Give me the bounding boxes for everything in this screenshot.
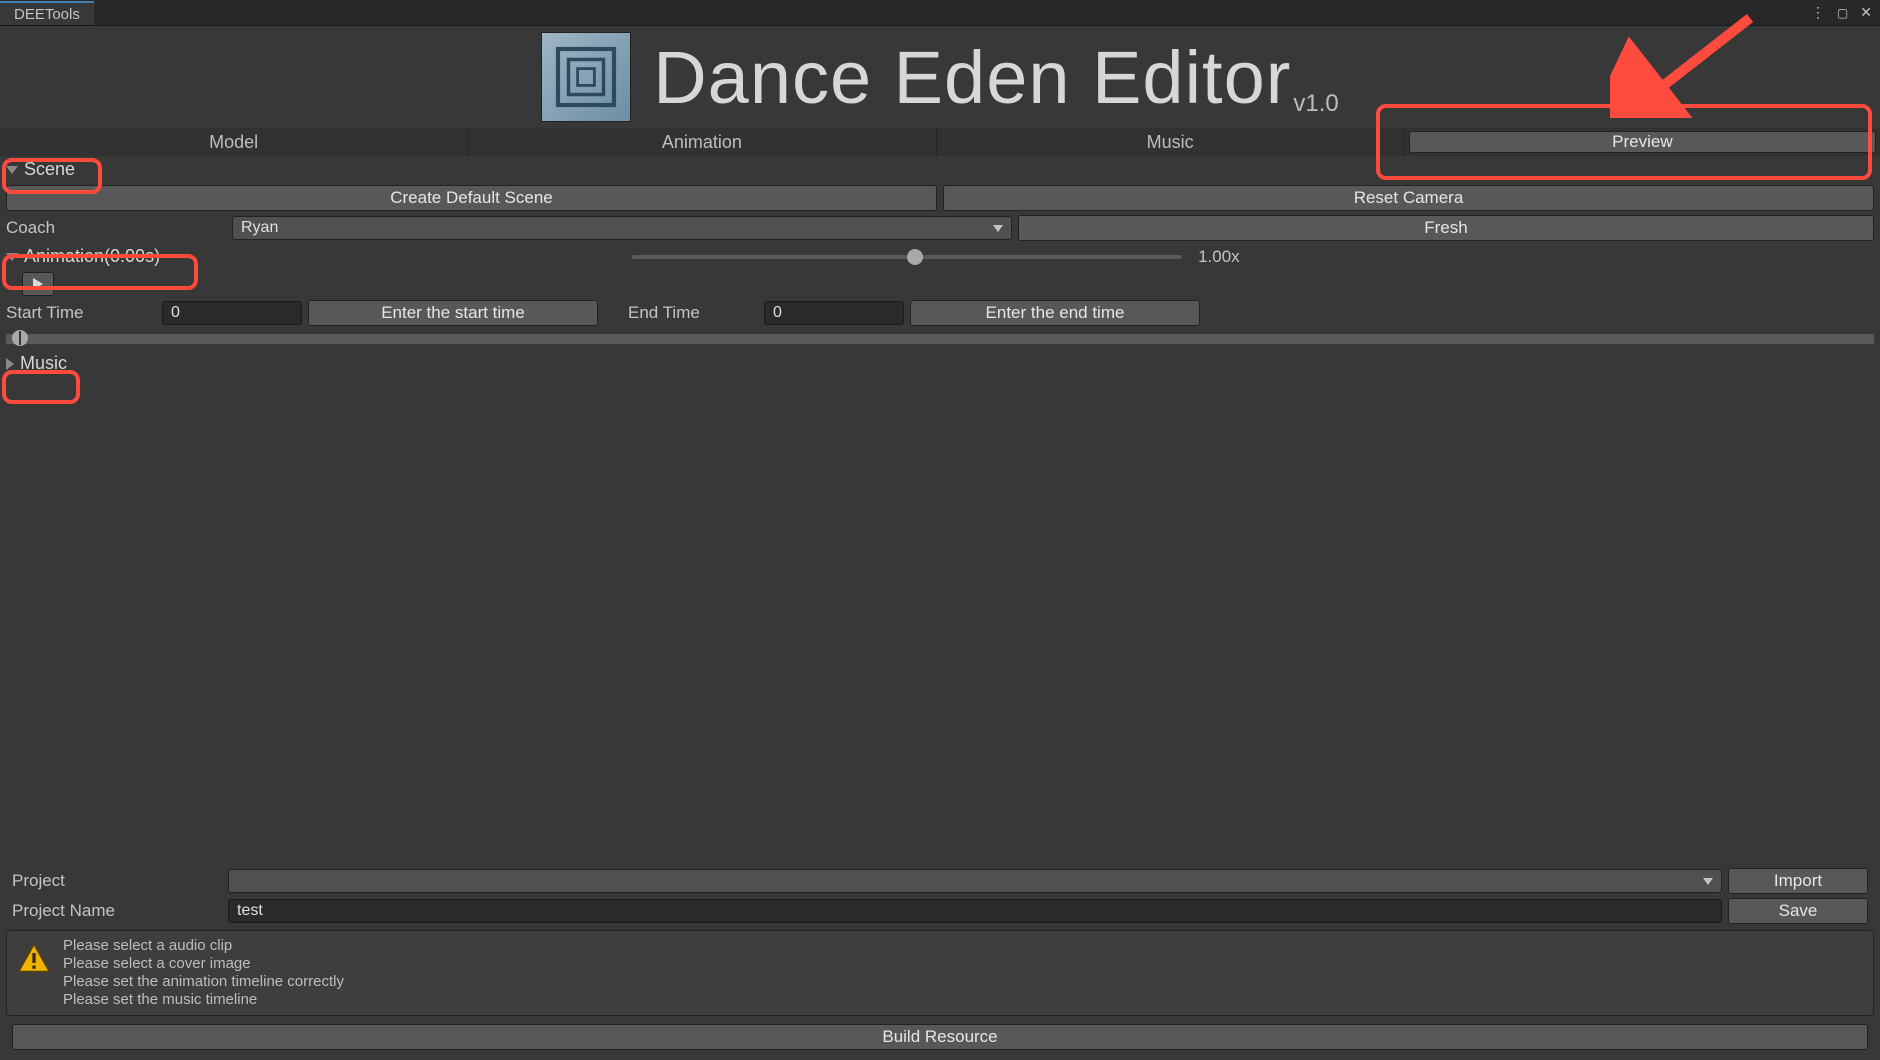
- coach-dropdown-value: Ryan: [241, 219, 278, 237]
- time-row: Start Time 0 Enter the start time End Ti…: [0, 298, 1880, 328]
- chevron-down-icon: [1703, 878, 1713, 885]
- coach-dropdown[interactable]: Ryan: [232, 216, 1012, 240]
- menu-dots-icon[interactable]: ⋮: [1809, 4, 1827, 21]
- bottom-panel: Project Import Project Name test Save Pl…: [0, 862, 1880, 1060]
- enter-start-time-label: Enter the start time: [381, 303, 525, 323]
- warning-line: Please set the music timeline: [63, 991, 344, 1009]
- project-name-label: Project Name: [12, 901, 222, 921]
- enter-start-time-button[interactable]: Enter the start time: [308, 300, 598, 326]
- build-resource-button[interactable]: Build Resource: [12, 1024, 1868, 1050]
- tab-animation-label: Animation: [662, 132, 742, 153]
- play-row: [0, 270, 1880, 298]
- fresh-button[interactable]: Fresh: [1018, 215, 1874, 241]
- app-version: v1.0: [1293, 90, 1338, 128]
- tab-animation[interactable]: Animation: [468, 128, 936, 156]
- coach-label: Coach: [6, 218, 226, 238]
- timeline-slider[interactable]: [6, 334, 1874, 344]
- chevron-right-icon: [6, 358, 14, 370]
- create-default-scene-button[interactable]: Create Default Scene: [6, 185, 937, 211]
- window-tab-label: DEETools: [14, 6, 80, 23]
- warning-line: Please select a cover image: [63, 955, 344, 973]
- square-icon[interactable]: ▢: [1835, 6, 1850, 20]
- save-button-label: Save: [1779, 901, 1818, 921]
- close-icon[interactable]: ✕: [1858, 4, 1874, 21]
- tab-music-label: Music: [1147, 132, 1194, 153]
- warning-lines: Please select a audio clip Please select…: [63, 937, 344, 1009]
- warning-box: Please select a audio clip Please select…: [6, 930, 1874, 1016]
- project-row: Project Import: [6, 866, 1874, 896]
- start-time-value: 0: [171, 304, 180, 322]
- music-foldout[interactable]: Music: [0, 350, 1880, 377]
- timeline-thumb[interactable]: [12, 330, 28, 346]
- empty-area: [0, 377, 1880, 787]
- scene-foldout-label: Scene: [24, 159, 75, 180]
- enter-end-time-label: Enter the end time: [986, 303, 1125, 323]
- end-time-label: End Time: [628, 303, 758, 323]
- tab-model-label: Model: [209, 132, 258, 153]
- create-default-scene-label: Create Default Scene: [390, 188, 553, 208]
- window-controls: ⋮ ▢ ✕: [1809, 4, 1880, 21]
- music-foldout-label: Music: [20, 353, 67, 374]
- slider-thumb[interactable]: [907, 249, 923, 265]
- build-resource-label: Build Resource: [882, 1027, 997, 1047]
- tab-preview[interactable]: Preview: [1405, 128, 1880, 156]
- save-button[interactable]: Save: [1728, 898, 1868, 924]
- project-name-value: test: [237, 902, 263, 920]
- main-tabs: Model Animation Music Preview: [0, 128, 1880, 156]
- app-logo: [541, 32, 631, 122]
- start-time-field[interactable]: 0: [162, 301, 302, 325]
- coach-row: Coach Ryan Fresh: [0, 213, 1880, 243]
- warning-icon: [17, 943, 51, 973]
- warning-line: Please select a audio clip: [63, 937, 344, 955]
- build-row: Build Resource: [6, 1022, 1874, 1052]
- chevron-down-icon: [6, 253, 18, 261]
- reset-camera-button[interactable]: Reset Camera: [943, 185, 1874, 211]
- tab-model[interactable]: Model: [0, 128, 468, 156]
- animation-foldout[interactable]: Animation(0.00s): [6, 243, 160, 270]
- scene-foldout[interactable]: Scene: [0, 156, 1880, 183]
- end-time-field[interactable]: 0: [764, 301, 904, 325]
- warning-line: Please set the animation timeline correc…: [63, 973, 344, 991]
- scene-buttons-row: Create Default Scene Reset Camera: [0, 183, 1880, 213]
- tab-preview-label: Preview: [1612, 132, 1672, 152]
- chevron-down-icon: [6, 166, 18, 174]
- play-button[interactable]: [22, 272, 54, 296]
- project-label: Project: [12, 871, 222, 891]
- import-button-label: Import: [1774, 871, 1822, 891]
- import-button[interactable]: Import: [1728, 868, 1868, 894]
- annotation-arrow-icon: [1610, 8, 1760, 118]
- reset-camera-label: Reset Camera: [1354, 188, 1464, 208]
- fresh-button-label: Fresh: [1424, 218, 1467, 238]
- window-bar: DEETools ⋮ ▢ ✕: [0, 0, 1880, 26]
- tab-music[interactable]: Music: [937, 128, 1405, 156]
- start-time-label: Start Time: [6, 303, 156, 323]
- speed-slider[interactable]: [632, 245, 1182, 269]
- animation-header-row: Animation(0.00s) 1.00x: [0, 243, 1880, 270]
- speed-value-label: 1.00x: [1188, 247, 1268, 267]
- header: Dance Eden Editor v1.0: [0, 26, 1880, 128]
- end-time-value: 0: [773, 304, 782, 322]
- play-icon: [33, 278, 43, 290]
- window-tab[interactable]: DEETools: [0, 1, 94, 25]
- app-title: Dance Eden Editor: [653, 35, 1291, 120]
- project-name-field[interactable]: test: [228, 899, 1722, 923]
- project-name-row: Project Name test Save: [6, 896, 1874, 926]
- project-dropdown[interactable]: [228, 869, 1722, 893]
- animation-foldout-label: Animation(0.00s): [24, 246, 160, 267]
- enter-end-time-button[interactable]: Enter the end time: [910, 300, 1200, 326]
- chevron-down-icon: [993, 225, 1003, 232]
